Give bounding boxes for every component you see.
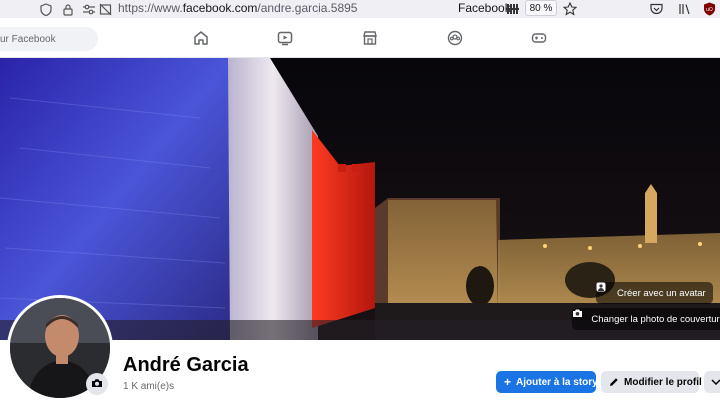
cover-photo[interactable]: Créer avec un avatar Changer la photo de…	[0, 58, 720, 340]
library-icon[interactable]	[676, 1, 692, 17]
url-bar[interactable]: https://www.facebook.com/andre.garcia.58…	[118, 1, 357, 15]
url-prefix: https://www.	[118, 1, 183, 15]
url-path: /andre.garcia.5895	[257, 1, 358, 15]
gaming-icon[interactable]	[531, 30, 547, 46]
create-avatar-button[interactable]: Créer avec un avatar	[596, 282, 713, 304]
shield-icon[interactable]	[38, 1, 54, 17]
friends-count[interactable]: 1 K ami(e)s	[123, 381, 174, 392]
browser-toolbar: https://www.facebook.com/andre.garcia.58…	[0, 0, 720, 18]
reader-mode-icon[interactable]	[504, 1, 520, 17]
edit-profile-label: Modifier le profil	[624, 376, 702, 388]
home-icon[interactable]	[193, 30, 209, 46]
facebook-search-input[interactable]: ur Facebook	[0, 27, 98, 51]
blocked-media-icon[interactable]	[97, 1, 113, 17]
chevron-down-icon	[711, 377, 720, 388]
update-profile-picture-button[interactable]	[86, 373, 108, 395]
plus-icon: +	[504, 375, 512, 389]
marketplace-icon[interactable]	[362, 30, 378, 46]
bookmark-star-icon[interactable]	[562, 1, 578, 17]
camera-icon	[573, 309, 586, 324]
edit-profile-button[interactable]: Modifier le profil	[601, 371, 702, 393]
pocket-icon[interactable]	[648, 1, 664, 17]
change-cover-photo-button[interactable]: Changer la photo de couverture	[572, 308, 720, 330]
add-to-story-button[interactable]: + Ajouter à la story	[496, 371, 598, 393]
reader-view-label: Facebook	[458, 1, 511, 15]
create-avatar-label: Créer avec un avatar	[617, 287, 706, 299]
more-options-button[interactable]	[704, 371, 720, 393]
avatar-icon	[596, 282, 612, 298]
facebook-top-nav: ur Facebook	[0, 18, 720, 58]
camera-icon	[91, 375, 103, 393]
ublock-extension-icon[interactable]: uO	[701, 1, 717, 17]
change-cover-label: Changer la photo de couverture	[591, 313, 720, 325]
lock-icon[interactable]	[60, 1, 76, 17]
profile-name: André Garcia	[123, 354, 249, 376]
url-domain: facebook.com	[182, 1, 258, 15]
watch-video-icon[interactable]	[277, 30, 293, 46]
permissions-icon[interactable]	[81, 1, 97, 17]
groups-icon[interactable]	[447, 30, 463, 46]
add-to-story-label: Ajouter à la story	[516, 376, 598, 388]
svg-text:uO: uO	[706, 7, 713, 13]
pencil-icon	[609, 377, 619, 387]
zoom-level[interactable]: 80 %	[525, 0, 557, 16]
